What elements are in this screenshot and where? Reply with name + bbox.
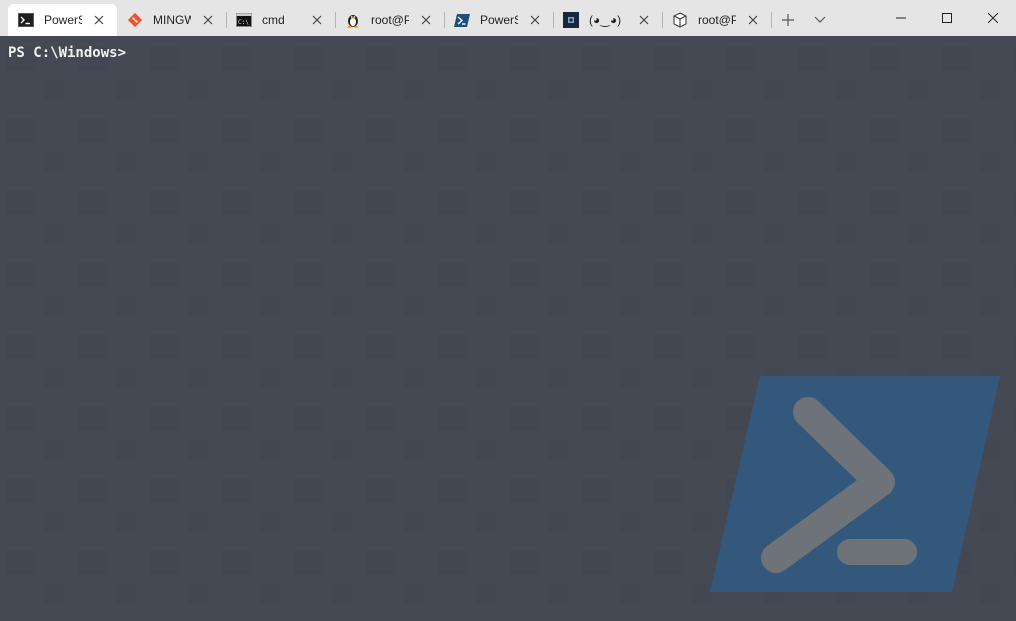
tab-title: PowerShell (44, 13, 82, 27)
tab-title: (◕‿◕) (589, 13, 622, 27)
close-icon[interactable] (202, 14, 214, 26)
plus-icon (782, 14, 794, 26)
terminal-window: PowerShell MINGW64 (0, 0, 1016, 621)
tab-title: MINGW64 (153, 13, 191, 27)
minimize-icon (896, 17, 906, 19)
window-controls (878, 0, 1016, 36)
terminal-area[interactable]: PS C:\Windows> (0, 36, 1016, 621)
tab-root-container[interactable]: root@P (662, 4, 771, 36)
close-icon[interactable] (747, 14, 759, 26)
tab-title: PowerShell (480, 13, 518, 27)
tab-powershell-active[interactable]: PowerShell (8, 4, 117, 36)
tab-cmd[interactable]: C:\ cmd (226, 4, 335, 36)
minimize-button[interactable] (878, 0, 924, 36)
close-icon[interactable] (529, 14, 541, 26)
cmd-icon: C:\ (236, 12, 252, 28)
title-bar: PowerShell MINGW64 (0, 0, 1016, 36)
tab-title: cmd (262, 13, 285, 27)
git-icon (127, 12, 143, 28)
terminal-prompt: PS C:\Windows> (8, 45, 127, 61)
new-tab-button[interactable] (772, 4, 804, 36)
maximize-button[interactable] (924, 0, 970, 36)
tab-tools (771, 0, 836, 36)
terminal-icon (18, 12, 34, 28)
cube-icon (672, 12, 688, 28)
tab-strip: PowerShell MINGW64 (0, 0, 771, 36)
close-icon[interactable] (311, 14, 323, 26)
chevron-down-icon (814, 16, 826, 23)
tab-mingw64[interactable]: MINGW64 (117, 4, 226, 36)
tab-powershell[interactable]: PowerShell (444, 4, 553, 36)
close-icon[interactable] (93, 14, 105, 26)
powershell-logo-watermark (710, 376, 1000, 592)
tab-title: root@P (371, 13, 409, 27)
tab-root-linux[interactable]: root@P (335, 4, 444, 36)
close-icon (988, 13, 998, 23)
maximize-icon (942, 13, 952, 23)
svg-text:C:\: C:\ (238, 19, 249, 26)
powershell-icon (454, 12, 470, 28)
close-icon[interactable] (420, 14, 432, 26)
linux-penguin-icon (345, 12, 361, 28)
profile-dropdown-button[interactable] (804, 4, 836, 36)
tab-kaomoji[interactable]: (◕‿◕) (553, 4, 662, 36)
app-icon (563, 12, 579, 28)
close-icon[interactable] (638, 14, 650, 26)
tab-title: root@P (698, 13, 736, 27)
close-window-button[interactable] (970, 0, 1016, 36)
